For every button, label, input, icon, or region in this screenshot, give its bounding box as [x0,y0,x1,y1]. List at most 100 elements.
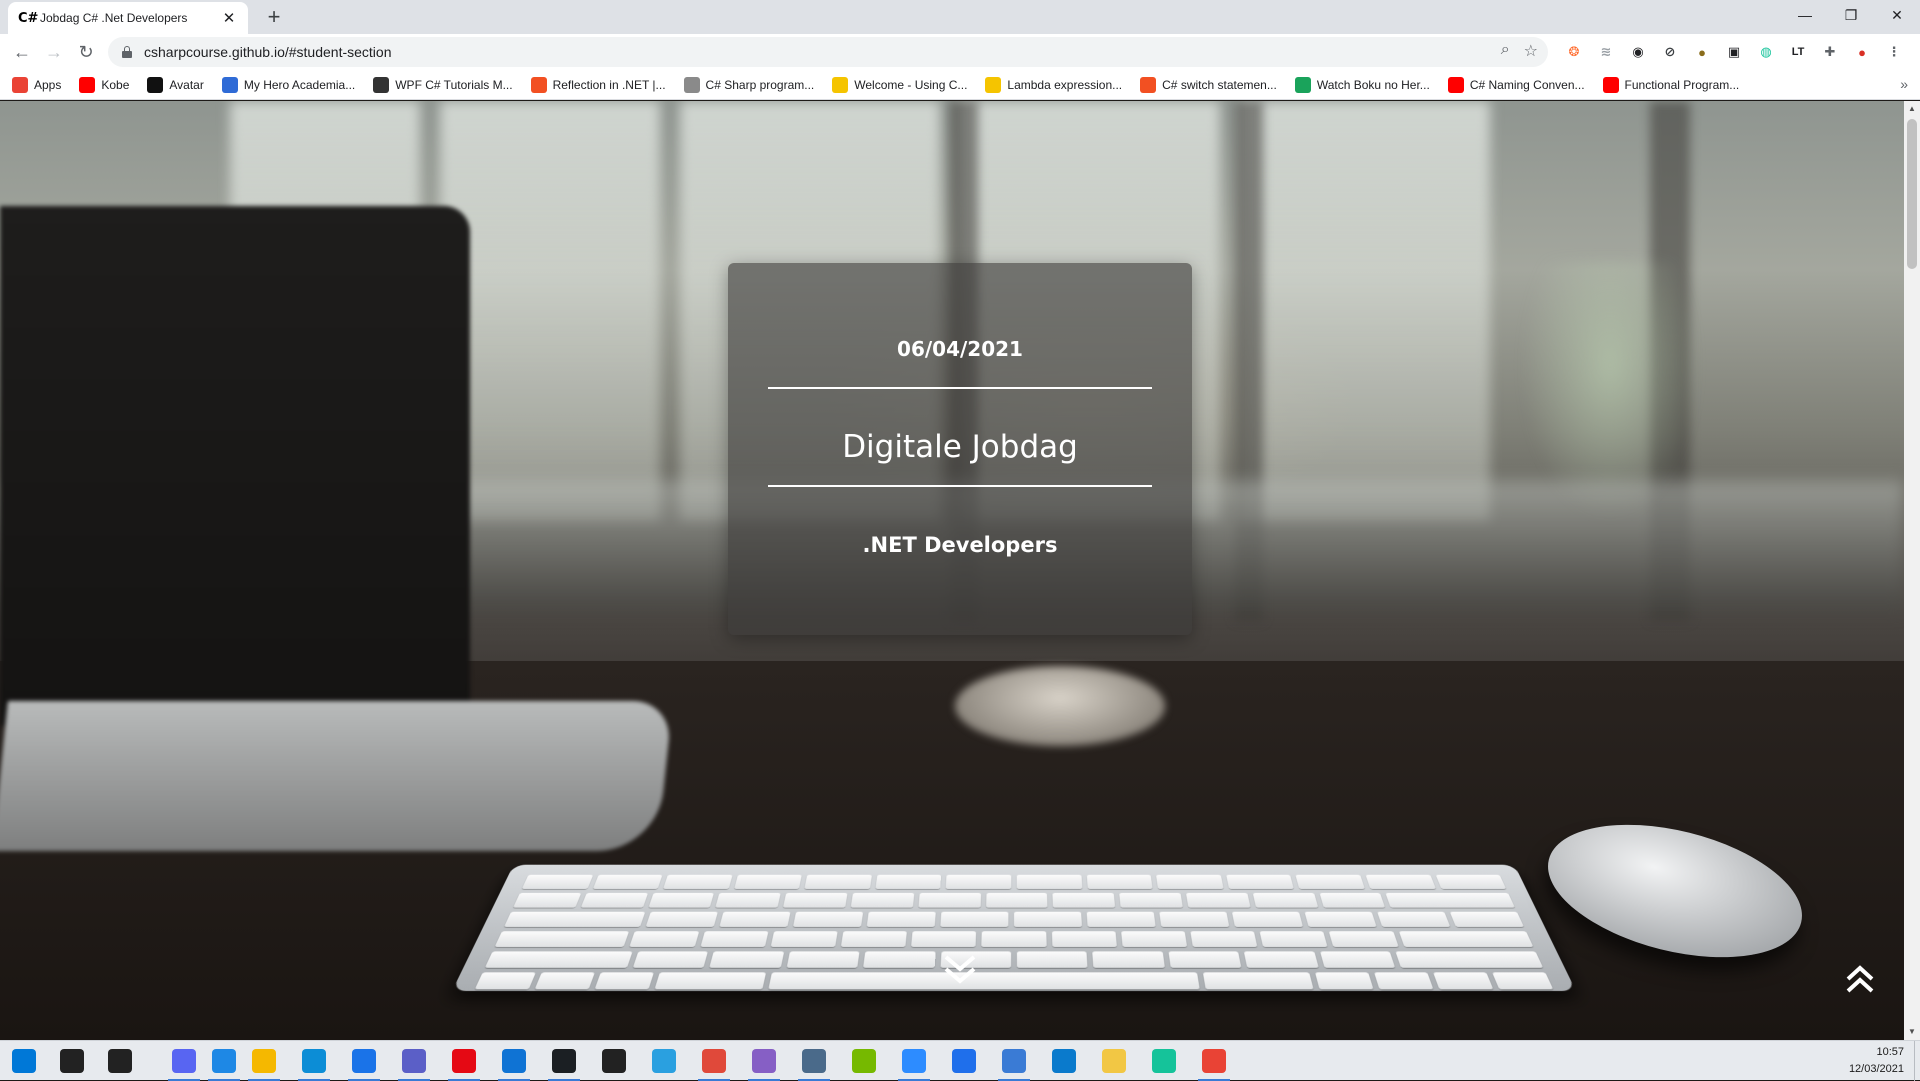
ext-icon-1[interactable]: ❂ [1562,40,1586,64]
bookmark-item[interactable]: Kobe [79,77,129,93]
vscode-icon [1052,1049,1076,1073]
puzzle-icon[interactable]: ✚ [1818,40,1842,64]
taskbar-app[interactable] [890,1041,938,1081]
minimize-button[interactable]: — [1782,0,1828,30]
bookmark-label: Watch Boku no Her... [1317,78,1430,92]
bookmark-label: C# switch statemen... [1162,78,1277,92]
app-notes-icon [1102,1049,1126,1073]
taskbar-app[interactable] [490,1041,538,1081]
scroll-to-top-icon[interactable] [1840,959,1880,999]
ext-icon-6[interactable]: ▣ [1722,40,1746,64]
bookmark-item[interactable]: C# Sharp program... [684,77,815,93]
app-swirl-icon [702,1049,726,1073]
back-button[interactable]: ← [8,38,36,66]
zoom-icon [902,1049,926,1073]
taskbar-app[interactable] [48,1041,96,1081]
taskbar-app[interactable] [340,1041,388,1081]
bookmark-label: C# Naming Conven... [1470,78,1585,92]
bookmark-item[interactable]: My Hero Academia... [222,77,355,93]
taskbar-app[interactable] [240,1041,288,1081]
windows-taskbar: 10:57 12/03/2021 [0,1040,1920,1080]
taskbar-app[interactable] [1090,1041,1138,1081]
bookmark-item[interactable]: C# switch statemen... [1140,77,1277,93]
app-printer-icon [802,1049,826,1073]
bookmarks-overflow-button[interactable]: » [1900,76,1908,92]
system-clock[interactable]: 10:57 12/03/2021 [1849,1044,1904,1078]
bookmark-item[interactable]: C# Naming Conven... [1448,77,1585,93]
bookmark-item[interactable]: Welcome - Using C... [832,77,967,93]
taskbar-app[interactable] [1190,1041,1238,1081]
url-text[interactable]: csharpcourse.github.io/#student-section [144,44,391,60]
event-date: 06/04/2021 [728,337,1192,361]
teams-icon [402,1049,426,1073]
bookmark-item[interactable]: WPF C# Tutorials M... [373,77,512,93]
ext-icon-2[interactable]: ≋ [1594,40,1618,64]
bookmark-label: Functional Program... [1625,78,1740,92]
taskbar-app[interactable] [0,1041,48,1081]
pen-icon [832,77,848,93]
taskbar-app[interactable] [640,1041,688,1081]
taskbar-app[interactable] [290,1041,338,1081]
bookmark-label: WPF C# Tutorials M... [395,78,512,92]
scrollbar-thumb[interactable] [1907,119,1917,269]
bookmark-item[interactable]: Lambda expression... [985,77,1122,93]
taskbar-app[interactable] [1040,1041,1088,1081]
window-controls: — ❐ ✕ [1782,0,1920,30]
bg-keyboard [452,865,1576,991]
bookmark-item[interactable]: Reflection in .NET |... [531,77,666,93]
scroll-down-icon[interactable] [940,951,980,991]
taskbar-app[interactable] [540,1041,588,1081]
close-window-button[interactable]: ✕ [1874,0,1920,30]
ext-icon-4[interactable]: ⊘ [1658,40,1682,64]
taskbar-app[interactable] [1140,1041,1188,1081]
overwatch-icon [602,1049,626,1073]
taskbar-app[interactable] [840,1041,888,1081]
taskbar-app[interactable] [790,1041,838,1081]
ext-icon-5[interactable]: ● [1690,40,1714,64]
page-scrollbar[interactable]: ▲ ▼ [1904,101,1920,1040]
address-bar[interactable]: csharpcourse.github.io/#student-section … [108,37,1548,67]
bookmark-label: Avatar [169,78,203,92]
chrome-icon [1202,1049,1226,1073]
extensions-area: ❂ ≋ ◉ ⊘ ● ▣ ◍ LT ✚ ● ⋮ [1562,40,1906,64]
restore-button[interactable]: ❐ [1828,0,1874,30]
star-icon[interactable]: ☆ [1524,41,1538,61]
bg-window-pane [440,101,660,521]
microsoft-icon [1140,77,1156,93]
profile-avatar[interactable]: ● [1850,40,1874,64]
close-tab-icon[interactable]: ✕ [220,9,238,27]
ext-icon-7[interactable]: ◍ [1754,40,1778,64]
menu-icon[interactable]: ⋮ [1882,40,1906,64]
youtube-icon [1603,77,1619,93]
app-f-icon [652,1049,676,1073]
app-window-icon [1002,1049,1026,1073]
taskbar-app[interactable] [990,1041,1038,1081]
divider-top [768,387,1152,389]
scroll-down-arrow-icon[interactable]: ▼ [1904,1024,1920,1040]
taskbar-app[interactable] [940,1041,988,1081]
bookmark-item[interactable]: Functional Program... [1603,77,1740,93]
ext-icon-3[interactable]: ◉ [1626,40,1650,64]
taskbar-app[interactable] [590,1041,638,1081]
taskbar-app[interactable] [96,1041,144,1081]
bookmark-item[interactable]: Watch Boku no Her... [1295,77,1430,93]
bookmark-item[interactable]: Avatar [147,77,203,93]
avatar-icon [147,77,163,93]
scroll-up-arrow-icon[interactable]: ▲ [1904,101,1920,117]
bg-window-pane [1240,101,1490,521]
youtube-icon [79,77,95,93]
taskbar-app[interactable] [690,1041,738,1081]
reload-button[interactable]: ↻ [72,38,100,66]
forward-button[interactable]: → [40,38,68,66]
bookmark-item[interactable]: Apps [12,77,61,93]
new-tab-button[interactable]: + [260,4,288,32]
zoom-icon[interactable]: ⌕ [1501,41,1510,61]
tab-active[interactable]: C# Jobdag C# .Net Developers ✕ [8,2,248,34]
taskbar-app[interactable] [740,1041,788,1081]
taskbar-app[interactable] [440,1041,488,1081]
taskbar-app[interactable] [390,1041,438,1081]
show-desktop-button[interactable] [1914,1041,1920,1081]
ext-icon-8[interactable]: LT [1786,40,1810,64]
lock-icon[interactable] [122,46,132,58]
bookmark-label: Apps [34,78,61,92]
